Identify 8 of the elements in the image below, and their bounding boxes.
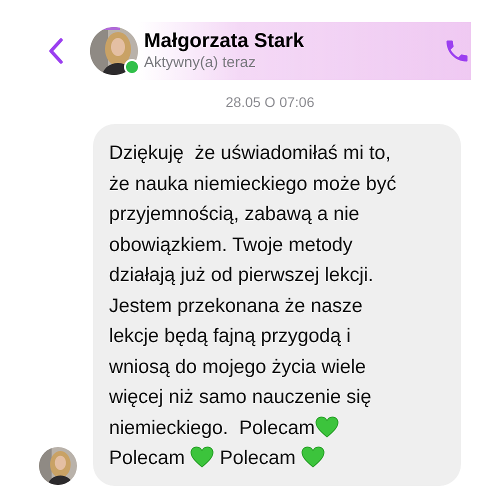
heart-icon	[314, 416, 339, 438]
contact-status: Aktywny(a) teraz	[144, 53, 257, 73]
heart-icon	[190, 446, 214, 468]
heart-icon	[301, 446, 325, 468]
message-text: Dziękuję że uświadomiłaś mi to, że nauka niemieckiego może być przyjemnością, zabawą a nie obowiązkiem. Twoje metody działają już od pierwszej lekcji. Jestem przekonana że nasze lekcje będą fajną przygodą i wniosą do mojego życia wiele więcej niż samo nauczenie się niemieckiego. Polecam Polecam Polecam	[109, 141, 398, 471]
back-icon[interactable]	[48, 37, 64, 65]
contact-name: Małgorzata Stark	[144, 29, 304, 53]
message-timestamp: 28.05 O 07:06	[224, 94, 316, 110]
